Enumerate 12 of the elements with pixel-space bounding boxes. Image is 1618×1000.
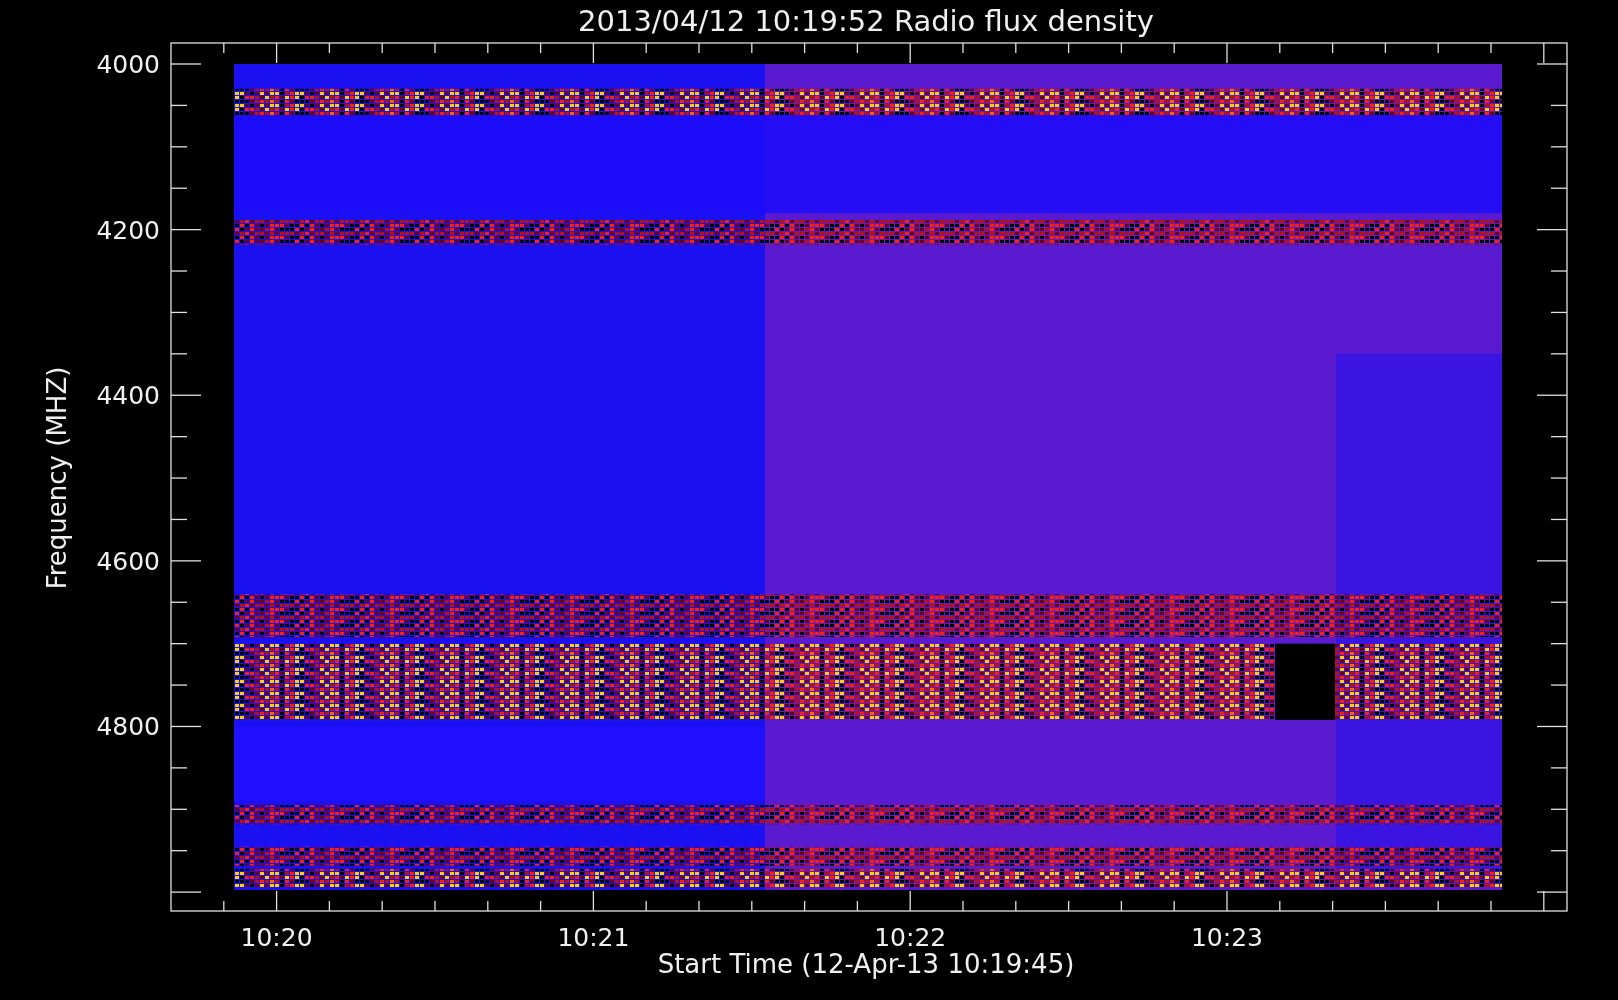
y-tick-label: 4600	[96, 546, 160, 576]
y-tick-label: 4200	[96, 215, 160, 245]
x-tick-label: 10:20	[240, 923, 313, 952]
chart-title: 2013/04/12 10:19:52 Radio flux density	[578, 4, 1154, 38]
x-axis-label: Start Time (12-Apr-13 10:19:45)	[657, 949, 1075, 979]
y-tick-label: 4000	[96, 50, 160, 79]
x-tick-label: 10:21	[557, 923, 630, 952]
x-tick-label: 10:23	[1191, 923, 1263, 952]
y-tick-label: 4400	[96, 381, 160, 411]
y-axis-label: Frequency (MHZ)	[42, 366, 72, 590]
x-tick-label: 10:22	[874, 923, 947, 952]
y-tick-label: 4800	[96, 712, 160, 742]
